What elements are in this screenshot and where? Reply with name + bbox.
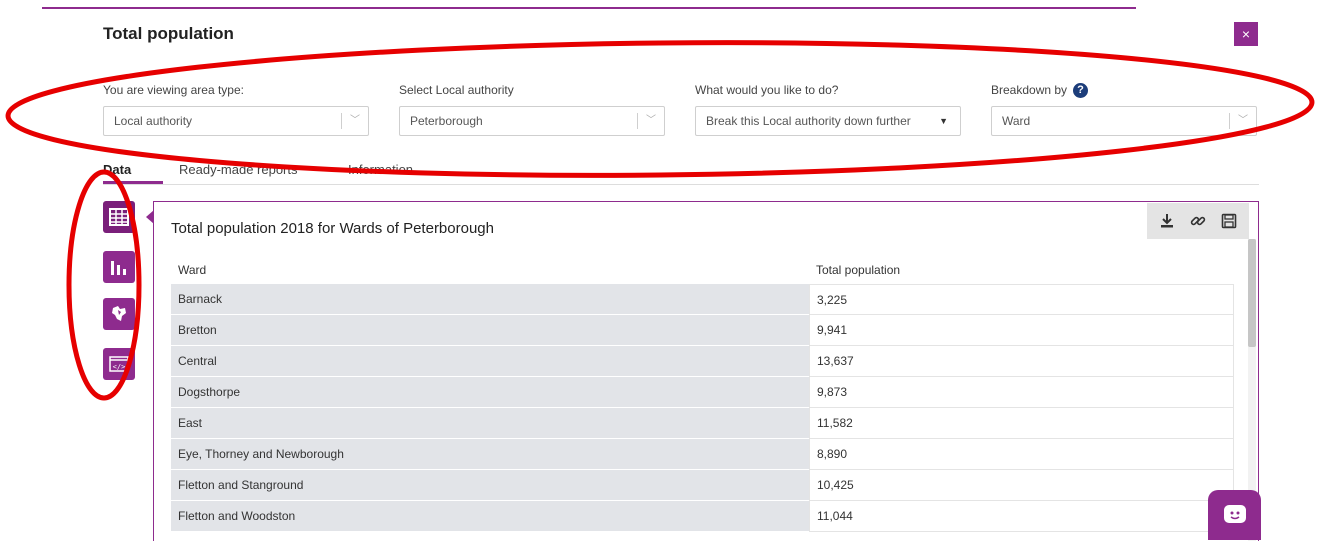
ward-cell: Fletton and Woodston bbox=[171, 501, 809, 532]
filter-label: What would you like to do? bbox=[695, 83, 839, 97]
area-type-filter: You are viewing area type: Local authori… bbox=[103, 82, 369, 136]
select-value: Ward bbox=[1002, 114, 1031, 128]
page-title: Total population bbox=[103, 24, 234, 43]
ward-cell: Bretton bbox=[171, 315, 809, 346]
chat-bot-icon bbox=[1223, 505, 1246, 523]
bar-chart-icon bbox=[111, 261, 126, 275]
population-cell: 9,941 bbox=[809, 315, 1234, 346]
ward-cell: East bbox=[171, 408, 809, 439]
scrollbar-thumb[interactable] bbox=[1248, 239, 1256, 347]
caret-down-icon: ▼ bbox=[939, 116, 948, 126]
select-separator bbox=[1229, 113, 1230, 129]
chat-button[interactable] bbox=[1208, 490, 1261, 540]
select-separator bbox=[341, 113, 342, 129]
help-icon[interactable]: ? bbox=[1073, 82, 1089, 98]
chevron-down-icon: ﹀ bbox=[350, 115, 360, 126]
table-view-button[interactable] bbox=[103, 201, 135, 233]
tab-ready-made-reports[interactable]: Ready-made reports bbox=[179, 162, 298, 177]
table-icon bbox=[109, 208, 129, 226]
area-type-select[interactable]: Local authority ﹀ bbox=[103, 106, 369, 136]
save-icon[interactable] bbox=[1218, 210, 1240, 232]
chevron-down-icon: ﹀ bbox=[1238, 115, 1248, 126]
local-authority-filter: Select Local authority Peterborough ﹀ bbox=[399, 82, 665, 136]
population-cell: 3,225 bbox=[809, 284, 1234, 315]
chart-view-button[interactable] bbox=[103, 251, 135, 283]
table-row: Bretton 9,941 bbox=[171, 315, 1234, 346]
table-row: Dogsthorpe 9,873 bbox=[171, 377, 1234, 408]
select-value: Local authority bbox=[114, 114, 193, 128]
panel-title: Total population 2018 for Wards of Peter… bbox=[171, 220, 494, 237]
breakdown-filter: Breakdown by ? Ward ﹀ bbox=[991, 82, 1257, 136]
table-row: Fletton and Stanground 10,425 bbox=[171, 470, 1234, 501]
embed-view-button[interactable]: </> bbox=[103, 348, 135, 380]
map-icon bbox=[112, 306, 126, 321]
filter-label: Select Local authority bbox=[399, 83, 514, 97]
link-icon[interactable] bbox=[1187, 210, 1209, 232]
table-row: Fletton and Woodston 11,044 bbox=[171, 501, 1234, 532]
table-row: East 11,582 bbox=[171, 408, 1234, 439]
map-view-button[interactable] bbox=[103, 298, 135, 330]
local-authority-select[interactable]: Peterborough ﹀ bbox=[399, 106, 665, 136]
ward-cell: Central bbox=[171, 346, 809, 377]
table-row: Central 13,637 bbox=[171, 346, 1234, 377]
tab-information[interactable]: Information bbox=[348, 162, 413, 177]
top-accent-rule bbox=[42, 7, 1136, 9]
population-cell: 8,890 bbox=[809, 439, 1234, 470]
filter-label: You are viewing area type: bbox=[103, 83, 244, 97]
ward-cell: Fletton and Stanground bbox=[171, 470, 809, 501]
close-button[interactable]: × bbox=[1234, 22, 1258, 46]
column-header-total-population[interactable]: Total population bbox=[816, 263, 900, 277]
select-value: Break this Local authority down further bbox=[706, 114, 911, 128]
population-cell: 9,873 bbox=[809, 377, 1234, 408]
ward-cell: Barnack bbox=[171, 284, 809, 315]
active-tab-indicator bbox=[103, 181, 163, 184]
ward-cell: Eye, Thorney and Newborough bbox=[171, 439, 809, 470]
population-cell: 13,637 bbox=[809, 346, 1234, 377]
data-table: Barnack 3,225 Bretton 9,941 Central 13,637 Dog… bbox=[171, 284, 1234, 532]
population-cell: 10,425 bbox=[809, 470, 1234, 501]
tab-data[interactable]: Data bbox=[103, 162, 131, 177]
panel-toolbar bbox=[1147, 203, 1249, 239]
ward-cell: Dogsthorpe bbox=[171, 377, 809, 408]
action-filter: What would you like to do? Break this Lo… bbox=[695, 82, 961, 136]
population-cell: 11,044 bbox=[809, 501, 1234, 532]
svg-text:</>: </> bbox=[113, 363, 126, 371]
select-separator bbox=[637, 113, 638, 129]
embed-icon: </> bbox=[109, 356, 129, 372]
select-value: Peterborough bbox=[410, 114, 483, 128]
download-icon[interactable] bbox=[1156, 210, 1178, 232]
column-header-ward[interactable]: Ward bbox=[178, 263, 206, 277]
filter-label: Breakdown by ? bbox=[991, 82, 1257, 98]
data-panel: Total population 2018 for Wards of Peter… bbox=[153, 201, 1259, 541]
action-select[interactable]: Break this Local authority down further … bbox=[695, 106, 961, 136]
population-cell: 11,582 bbox=[809, 408, 1234, 439]
table-row: Barnack 3,225 bbox=[171, 284, 1234, 315]
chevron-down-icon: ﹀ bbox=[646, 115, 656, 126]
table-row: Eye, Thorney and Newborough 8,890 bbox=[171, 439, 1234, 470]
breakdown-select[interactable]: Ward ﹀ bbox=[991, 106, 1257, 136]
filter-label-text: Breakdown by bbox=[991, 83, 1068, 97]
tab-bar: Data Ready-made reports Information bbox=[103, 162, 1259, 185]
